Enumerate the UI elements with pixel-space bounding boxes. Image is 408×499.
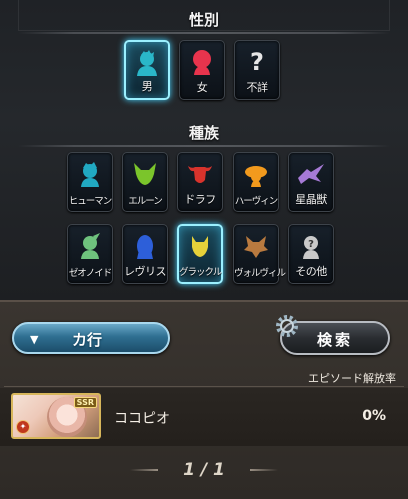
divider bbox=[18, 32, 390, 34]
triangle-down-icon: ▼ bbox=[30, 333, 39, 346]
draph-icon bbox=[185, 159, 215, 189]
race-filter-human[interactable]: ヒューマン bbox=[67, 152, 113, 212]
race-filter-harvin[interactable]: ハーヴィン bbox=[233, 152, 279, 212]
list-item[interactable]: SSR ✦ ココピオ 0% bbox=[0, 388, 408, 446]
row-select-dropdown[interactable]: ▼ カ行 bbox=[12, 322, 170, 354]
search-button[interactable]: 検索 bbox=[276, 315, 390, 355]
svg-text:?: ? bbox=[308, 239, 314, 250]
fire-element-icon: ✦ bbox=[16, 420, 30, 434]
gender-filter-unknown[interactable]: ? 不詳 bbox=[234, 40, 280, 100]
race-filter-draph[interactable]: ドラフ bbox=[177, 152, 223, 212]
question-mark-icon: ? bbox=[250, 48, 264, 76]
race-filter-grackle[interactable]: グラックル bbox=[177, 224, 223, 284]
pagination: 1 / 1 bbox=[0, 460, 408, 480]
race-filter-revris[interactable]: レヴリス bbox=[122, 224, 168, 284]
race-filter-volvil[interactable]: ヴォルヴィル bbox=[233, 224, 286, 284]
gender-section-title: 性別 bbox=[188, 11, 219, 29]
filter-panel: 性別 男 女 ? 不詳 種族 ヒューマン エルーン ドラフ ハーヴィン 星晶獣 … bbox=[0, 0, 408, 300]
race-filter-label: 星晶獣 bbox=[295, 193, 327, 206]
grackle-icon bbox=[185, 232, 215, 262]
race-section-title: 種族 bbox=[188, 124, 219, 142]
episode-rate-header: エピソード解放率 bbox=[308, 372, 396, 385]
xenoid-icon bbox=[75, 231, 105, 261]
erune-icon bbox=[130, 159, 160, 189]
character-portrait: SSR ✦ bbox=[11, 393, 101, 439]
volvil-icon bbox=[241, 231, 271, 261]
gender-filter-label: 女 bbox=[196, 81, 208, 94]
race-filter-label: ドラフ bbox=[184, 193, 216, 206]
race-filter-label: レヴリス bbox=[124, 265, 167, 278]
race-filter-label: エルーン bbox=[128, 196, 163, 207]
race-filter-label: その他 bbox=[295, 265, 327, 278]
gender-filter-label: 不詳 bbox=[246, 81, 269, 94]
other-icon: ? bbox=[296, 231, 326, 261]
race-filter-xenoid[interactable]: ゼオノイド bbox=[67, 224, 113, 284]
harvin-icon bbox=[241, 159, 271, 189]
page-number: 1 / 1 bbox=[183, 460, 225, 480]
gender-filter-female[interactable]: 女 bbox=[179, 40, 225, 100]
revris-icon bbox=[130, 231, 160, 261]
gender-filter-male[interactable]: 男 bbox=[124, 40, 170, 100]
episode-rate: 0% bbox=[362, 408, 386, 424]
race-filter-primal-beast[interactable]: 星晶獣 bbox=[288, 152, 334, 212]
female-silhouette-icon bbox=[187, 47, 217, 77]
row-select-label: カ行 bbox=[72, 331, 103, 349]
results-toolbar: ▼ カ行 検索 bbox=[10, 315, 400, 360]
male-silhouette-icon bbox=[132, 48, 162, 78]
primal-beast-icon bbox=[296, 159, 326, 189]
race-filter-erune[interactable]: エルーン bbox=[122, 152, 168, 212]
results-panel: ▼ カ行 検索 エピソード解放率 SSR ✦ ココピオ 0% 1 / 1 bbox=[0, 300, 408, 499]
race-filter-other[interactable]: ? その他 bbox=[288, 224, 334, 284]
race-filter-label: ゼオノイド bbox=[68, 268, 113, 279]
gender-filter-label: 男 bbox=[141, 80, 153, 93]
rarity-badge: SSR bbox=[73, 397, 97, 408]
search-label: 検索 bbox=[316, 331, 353, 349]
human-icon bbox=[75, 159, 105, 189]
race-filter-label: ヒューマン bbox=[68, 196, 113, 207]
race-filter-label: ハーヴィン bbox=[234, 196, 279, 207]
race-filter-label: グラックル bbox=[179, 267, 222, 278]
character-name: ココピオ bbox=[114, 411, 170, 427]
divider bbox=[4, 386, 404, 387]
divider bbox=[18, 145, 390, 147]
race-filter-label: ヴォルヴィル bbox=[234, 268, 286, 279]
next-page-indicator[interactable] bbox=[250, 469, 278, 471]
